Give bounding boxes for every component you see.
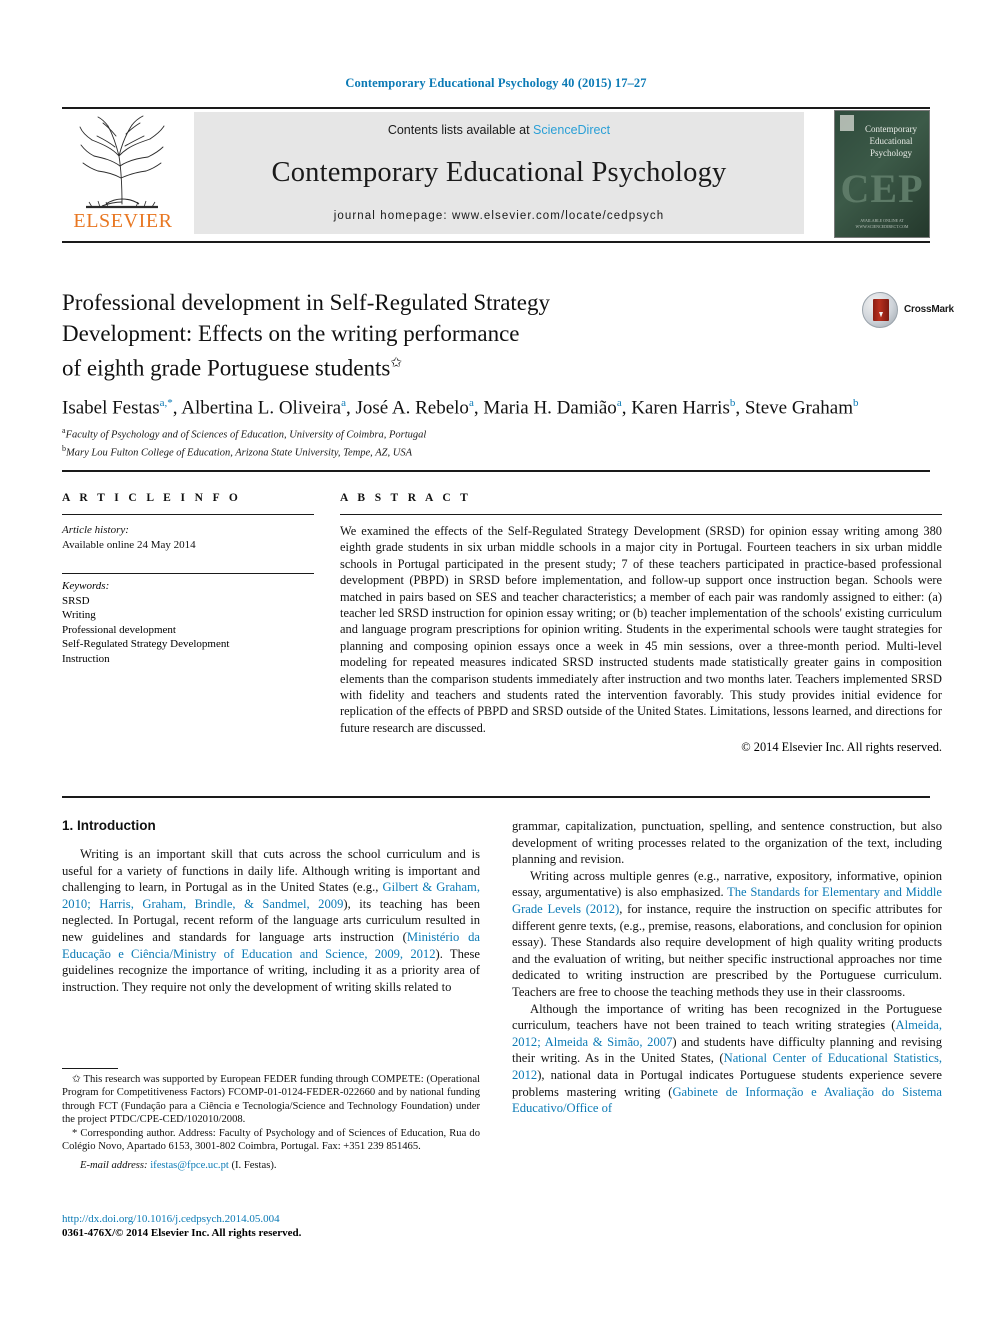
- footnote-funding-marker: ✩: [72, 1074, 81, 1085]
- author-affil-marker: b: [853, 397, 859, 409]
- title-block: Professional development in Self-Regulat…: [62, 288, 852, 384]
- header-bottom-rule: [62, 241, 930, 243]
- abstract-bottom-rule: [62, 796, 930, 798]
- abstract-column: A B S T R A C T We examined the effects …: [340, 492, 942, 755]
- affiliation-list: aFaculty of Psychology and of Sciences o…: [62, 424, 762, 460]
- affiliation-b-text: Mary Lou Fulton College of Education, Ar…: [66, 447, 412, 459]
- right-paragraph-2: Writing across multiple genres (e.g., na…: [512, 868, 942, 1001]
- body-column-right: grammar, capitalization, punctuation, sp…: [512, 818, 942, 1117]
- keywords-label: Keywords:: [62, 580, 110, 592]
- contents-available-line: Contents lists available at ScienceDirec…: [194, 123, 804, 137]
- author-affil-marker: b: [729, 397, 736, 409]
- title-line-3: of eighth grade Portuguese students: [62, 355, 391, 381]
- article-info-column: A R T I C L E I N F O Article history: A…: [62, 492, 314, 666]
- cover-title-line3: Psychology: [869, 148, 912, 158]
- crossmark-badge-group[interactable]: CrossMark: [862, 292, 954, 332]
- info-top-rule: [62, 470, 930, 472]
- cover-elsevier-mark-icon: [840, 115, 854, 131]
- affiliation-a-text: Faculty of Psychology and of Sciences of…: [65, 429, 427, 441]
- abstract-text: We examined the effects of the Self-Regu…: [340, 524, 942, 735]
- article-info-heading: A R T I C L E I N F O: [62, 492, 242, 504]
- keyword-item: Instruction: [62, 652, 110, 665]
- right-paragraph-1: grammar, capitalization, punctuation, sp…: [512, 819, 942, 867]
- footnote-funding-text: This research was supported by European …: [62, 1074, 480, 1126]
- footer-block: http://dx.doi.org/10.1016/j.cedpsych.201…: [62, 1212, 482, 1240]
- page-title: Professional development in Self-Regulat…: [62, 288, 852, 384]
- footnote-funding: ✩ This research was supported by Europea…: [62, 1073, 480, 1127]
- affiliation-b: bMary Lou Fulton College of Education, A…: [62, 444, 412, 459]
- keywords-block: Keywords: SRSD Writing Professional deve…: [62, 579, 314, 666]
- footnote-corresponding-marker: *: [72, 1127, 78, 1139]
- author-affil-marker: a,*: [159, 397, 173, 409]
- cover-title: Contemporary Educational Psychology: [857, 123, 925, 159]
- article-history-block: Article history: Available online 24 May…: [62, 523, 314, 552]
- article-history-value: Available online 24 May 2014: [62, 538, 196, 551]
- author-affil-marker: a: [468, 397, 474, 409]
- running-head: Contemporary Educational Psychology 40 (…: [345, 76, 647, 90]
- keyword-item: Professional development: [62, 623, 176, 636]
- keyword-item: SRSD: [62, 594, 90, 607]
- article-first-page: Contemporary Educational Psychology 40 (…: [0, 0, 992, 1323]
- journal-header-center: Contents lists available at ScienceDirec…: [194, 112, 804, 234]
- header-top-rule: [62, 107, 930, 109]
- footnote-corresponding-text: Corresponding author. Address: Faculty o…: [62, 1127, 480, 1153]
- cover-acronym: CEP: [840, 166, 924, 211]
- footnote-email: E-mail address: ifestas@fpce.uc.pt (I. F…: [62, 1159, 480, 1172]
- email-link[interactable]: ifestas@fpce.uc.pt: [150, 1160, 229, 1171]
- footnote-corresponding: * Corresponding author. Address: Faculty…: [62, 1127, 480, 1154]
- abstract-copyright: © 2014 Elsevier Inc. All rights reserved…: [741, 740, 942, 755]
- right-paragraph-3: Although the importance of writing has b…: [512, 1001, 942, 1117]
- email-label: E-mail address:: [80, 1160, 148, 1172]
- abstract-heading: A B S T R A C T: [340, 492, 472, 504]
- intro-paragraph-1: Writing is an important skill that cuts …: [62, 846, 480, 995]
- elsevier-tree-icon: [79, 115, 165, 209]
- body-column-left: 1. Introduction Writing is an important …: [62, 818, 480, 995]
- footnote-block: ✩ This research was supported by Europea…: [62, 1073, 480, 1173]
- right-p3-part-a: Although the importance of writing has b…: [512, 1001, 942, 1033]
- title-line-2: Development: Effects on the writing perf…: [62, 320, 520, 346]
- cover-footer-text: AVAILABLE ONLINE AT WWW.SCIENCEDIRECT.CO…: [855, 218, 909, 229]
- journal-cover-thumbnail: Contemporary Educational Psychology CEP …: [834, 110, 930, 238]
- crossmark-icon: [862, 292, 898, 328]
- article-history-label: Article history:: [62, 524, 129, 536]
- elsevier-logo: ELSEVIER: [62, 112, 184, 234]
- crossmark-label: CrossMark: [904, 304, 954, 315]
- keyword-item: Writing: [62, 609, 96, 621]
- right-p2-part-b: , for instance, require the instruction …: [512, 901, 942, 999]
- affiliation-a: aFaculty of Psychology and of Sciences o…: [62, 426, 427, 441]
- email-owner: (I. Festas).: [231, 1160, 277, 1172]
- issn-copyright: 0361-476X/© 2014 Elsevier Inc. All right…: [62, 1227, 302, 1239]
- author-list: Isabel Festasa,*, Albertina L. Oliveiraa…: [62, 397, 859, 419]
- cover-title-line1: Contemporary: [865, 124, 917, 134]
- author-affil-marker: a: [341, 397, 346, 409]
- contents-prefix: Contents lists available at: [387, 123, 530, 137]
- cover-title-line2: Educational: [869, 136, 913, 146]
- journal-homepage[interactable]: journal homepage: www.elsevier.com/locat…: [194, 210, 804, 222]
- title-footnote-marker[interactable]: ✩: [390, 356, 402, 371]
- author-affil-marker: a: [616, 397, 622, 409]
- title-line-1: Professional development in Self-Regulat…: [62, 290, 550, 315]
- crossmark-book-icon: [873, 299, 889, 321]
- sciencedirect-link[interactable]: ScienceDirect: [533, 123, 610, 137]
- keyword-item: Self-Regulated Strategy Development: [62, 638, 230, 650]
- doi-link[interactable]: http://dx.doi.org/10.1016/j.cedpsych.201…: [62, 1212, 482, 1226]
- section-heading-introduction: 1. Introduction: [62, 818, 156, 833]
- journal-header-band: ELSEVIER Contents lists available at Sci…: [62, 110, 930, 238]
- elsevier-wordmark: ELSEVIER: [73, 210, 173, 232]
- journal-title: Contemporary Educational Psychology: [271, 157, 727, 188]
- footnote-separator-rule: [62, 1068, 118, 1069]
